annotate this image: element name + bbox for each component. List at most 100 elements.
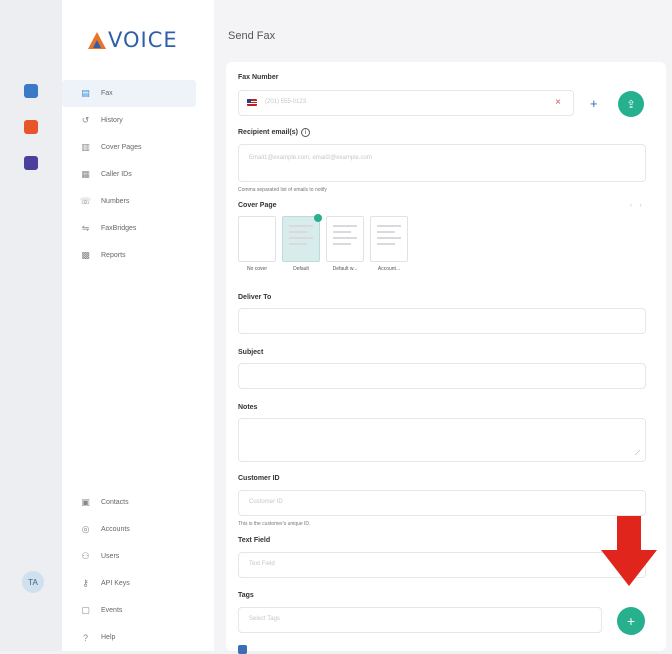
thumbnail-line [289,237,313,239]
customer-id-input[interactable]: Customer ID [238,490,646,516]
sidebar-item-api-keys[interactable]: ⚷ API Keys [62,570,214,597]
user-avatar[interactable]: TA [22,571,44,593]
sidebar-item-caller-ids[interactable]: ▦ Caller IDs [62,161,214,188]
cover-option-label: No cover [246,266,267,272]
users-icon: ⚇ [81,551,90,561]
deliver-to-label: Deliver To [238,294,272,301]
sidebar-item-cover-pages[interactable]: ▥ Cover Pages [62,134,214,161]
page-title: Send Fax [228,30,276,42]
thumbnail-line [289,243,307,245]
sidebar-item-label: Accounts [101,526,130,533]
sidebar-item-reports[interactable]: ▩ Reports [62,242,214,269]
sidebar-item-numbers[interactable]: ☏ Numbers [62,188,214,215]
logo-icon [88,31,106,49]
logo: VOICE [88,26,178,54]
key-icon: ⚷ [82,578,89,588]
resize-handle-icon[interactable]: ⟋ [635,450,640,458]
fax-number-input[interactable]: (201) 555-0123 × [238,90,574,116]
events-icon: ▢ [81,605,90,615]
logo-text: VOICE [108,28,178,52]
sidebar-item-history[interactable]: ↺ History [62,107,214,134]
sidebar-item-label: Help [101,634,116,641]
notes-label: Notes [238,404,258,411]
sidebar-item-users[interactable]: ⚇ Users [62,543,214,570]
add-number-icon[interactable]: + [590,96,598,111]
sidebar-item-label: Reports [101,252,126,259]
accounts-icon: ◎ [81,524,90,534]
sidebar-item-label: Fax [101,90,113,97]
reports-icon: ▩ [81,250,90,260]
info-icon[interactable]: i [300,128,310,137]
cover-option[interactable]: Default w... [326,216,364,272]
cover-option-label: Account... [377,266,401,272]
voice-app-icon[interactable] [24,120,38,134]
thumbnail-line [377,225,401,227]
customer-id-hint: This is the customer's unique ID. [238,521,311,527]
sidebar-item-label: Contacts [101,499,129,506]
sidebar-nav-top: ▤ Fax ↺ History ▥ Cover Pages ▦ Caller IDs ☏ Numb… [62,80,214,269]
customer-id-placeholder: Customer ID [249,499,283,505]
thumbnail-line [333,237,357,239]
cover-scroll-arrows[interactable]: ‹ › [630,203,645,209]
sidebar-item-fax[interactable]: ▤ Fax [62,80,196,107]
recipient-email-input[interactable]: Email1@example.com, email2@example.com [238,144,646,182]
thumbnail-line [333,243,351,245]
sidebar-item-label: History [101,117,123,124]
cover-option[interactable]: No cover [238,216,276,272]
checkbox[interactable] [238,645,247,654]
thumbnail-line [333,225,357,227]
sidebar-item-faxbridges[interactable]: ⇋ FaxBridges [62,215,214,242]
fax-icon: ▤ [81,88,90,98]
cover-thumbnail[interactable] [326,216,364,262]
history-icon: ↺ [81,115,90,125]
thumbnail-line [377,243,395,245]
cover-thumbnail[interactable] [282,214,322,262]
subject-input[interactable] [238,363,646,389]
cover-thumbnail[interactable] [370,216,408,262]
notes-textarea[interactable]: ⟋ [238,418,646,462]
sidebar-item-label: Events [101,607,123,614]
sidebar-item-help[interactable]: ? Help [62,624,214,651]
contacts-icon: ▣ [81,497,90,507]
clear-icon[interactable]: × [555,97,561,108]
caller-id-icon: ▦ [81,169,90,179]
cover-option-label: Default [293,266,309,272]
cover-option[interactable]: Default [282,214,322,272]
send-fax-button[interactable]: ⇪ [618,91,644,117]
sidebar-item-accounts[interactable]: ◎ Accounts [62,516,214,543]
text-field-input[interactable]: Text Field [238,552,646,578]
faxbridge-icon: ⇋ [81,223,90,233]
us-flag-icon[interactable] [247,99,257,106]
arrow-shaft [617,516,641,552]
cover-option-label: Default w... [332,266,358,272]
sidebar-item-label: Caller IDs [101,171,132,178]
sidebar-item-events[interactable]: ▢ Events [62,597,214,624]
arrow-head [601,550,657,586]
cover-page-options: No cover Default Default w... Account... [238,214,408,272]
app-frame: TA VOICE ▤ Fax ↺ History ▥ Cover Pages ▦ Caller… [0,0,672,654]
recipient-hint: Comma separated list of emails to notify [238,187,327,193]
recipient-label-text: Recipient email(s) [238,129,298,136]
text-field-placeholder: Text Field [249,561,275,567]
thumbnail-line [333,231,351,233]
sidebar-item-label: Users [101,553,120,560]
tags-select[interactable]: Select Tags [238,607,602,633]
cover-pages-icon: ▥ [81,142,90,152]
add-button[interactable]: + [617,607,645,635]
sidebar-item-label: API Keys [101,580,130,587]
thumbnail-line [289,225,313,227]
selected-check-icon [314,214,322,222]
messaging-app-icon[interactable] [24,156,38,170]
cover-option[interactable]: Account... [370,216,408,272]
fax-app-icon[interactable] [24,84,38,98]
customer-id-label: Customer ID [238,475,280,482]
cover-thumbnail[interactable] [238,216,276,262]
avatar-initials: TA [28,577,38,587]
recipient-placeholder: Email1@example.com, email2@example.com [249,155,372,161]
thumbnail-line [377,231,395,233]
send-icon: ⇪ [626,98,636,111]
thumbnail-line [289,231,307,233]
deliver-to-input[interactable] [238,308,646,334]
sidebar-item-contacts[interactable]: ▣ Contacts [62,489,214,516]
plus-icon: + [626,613,636,629]
